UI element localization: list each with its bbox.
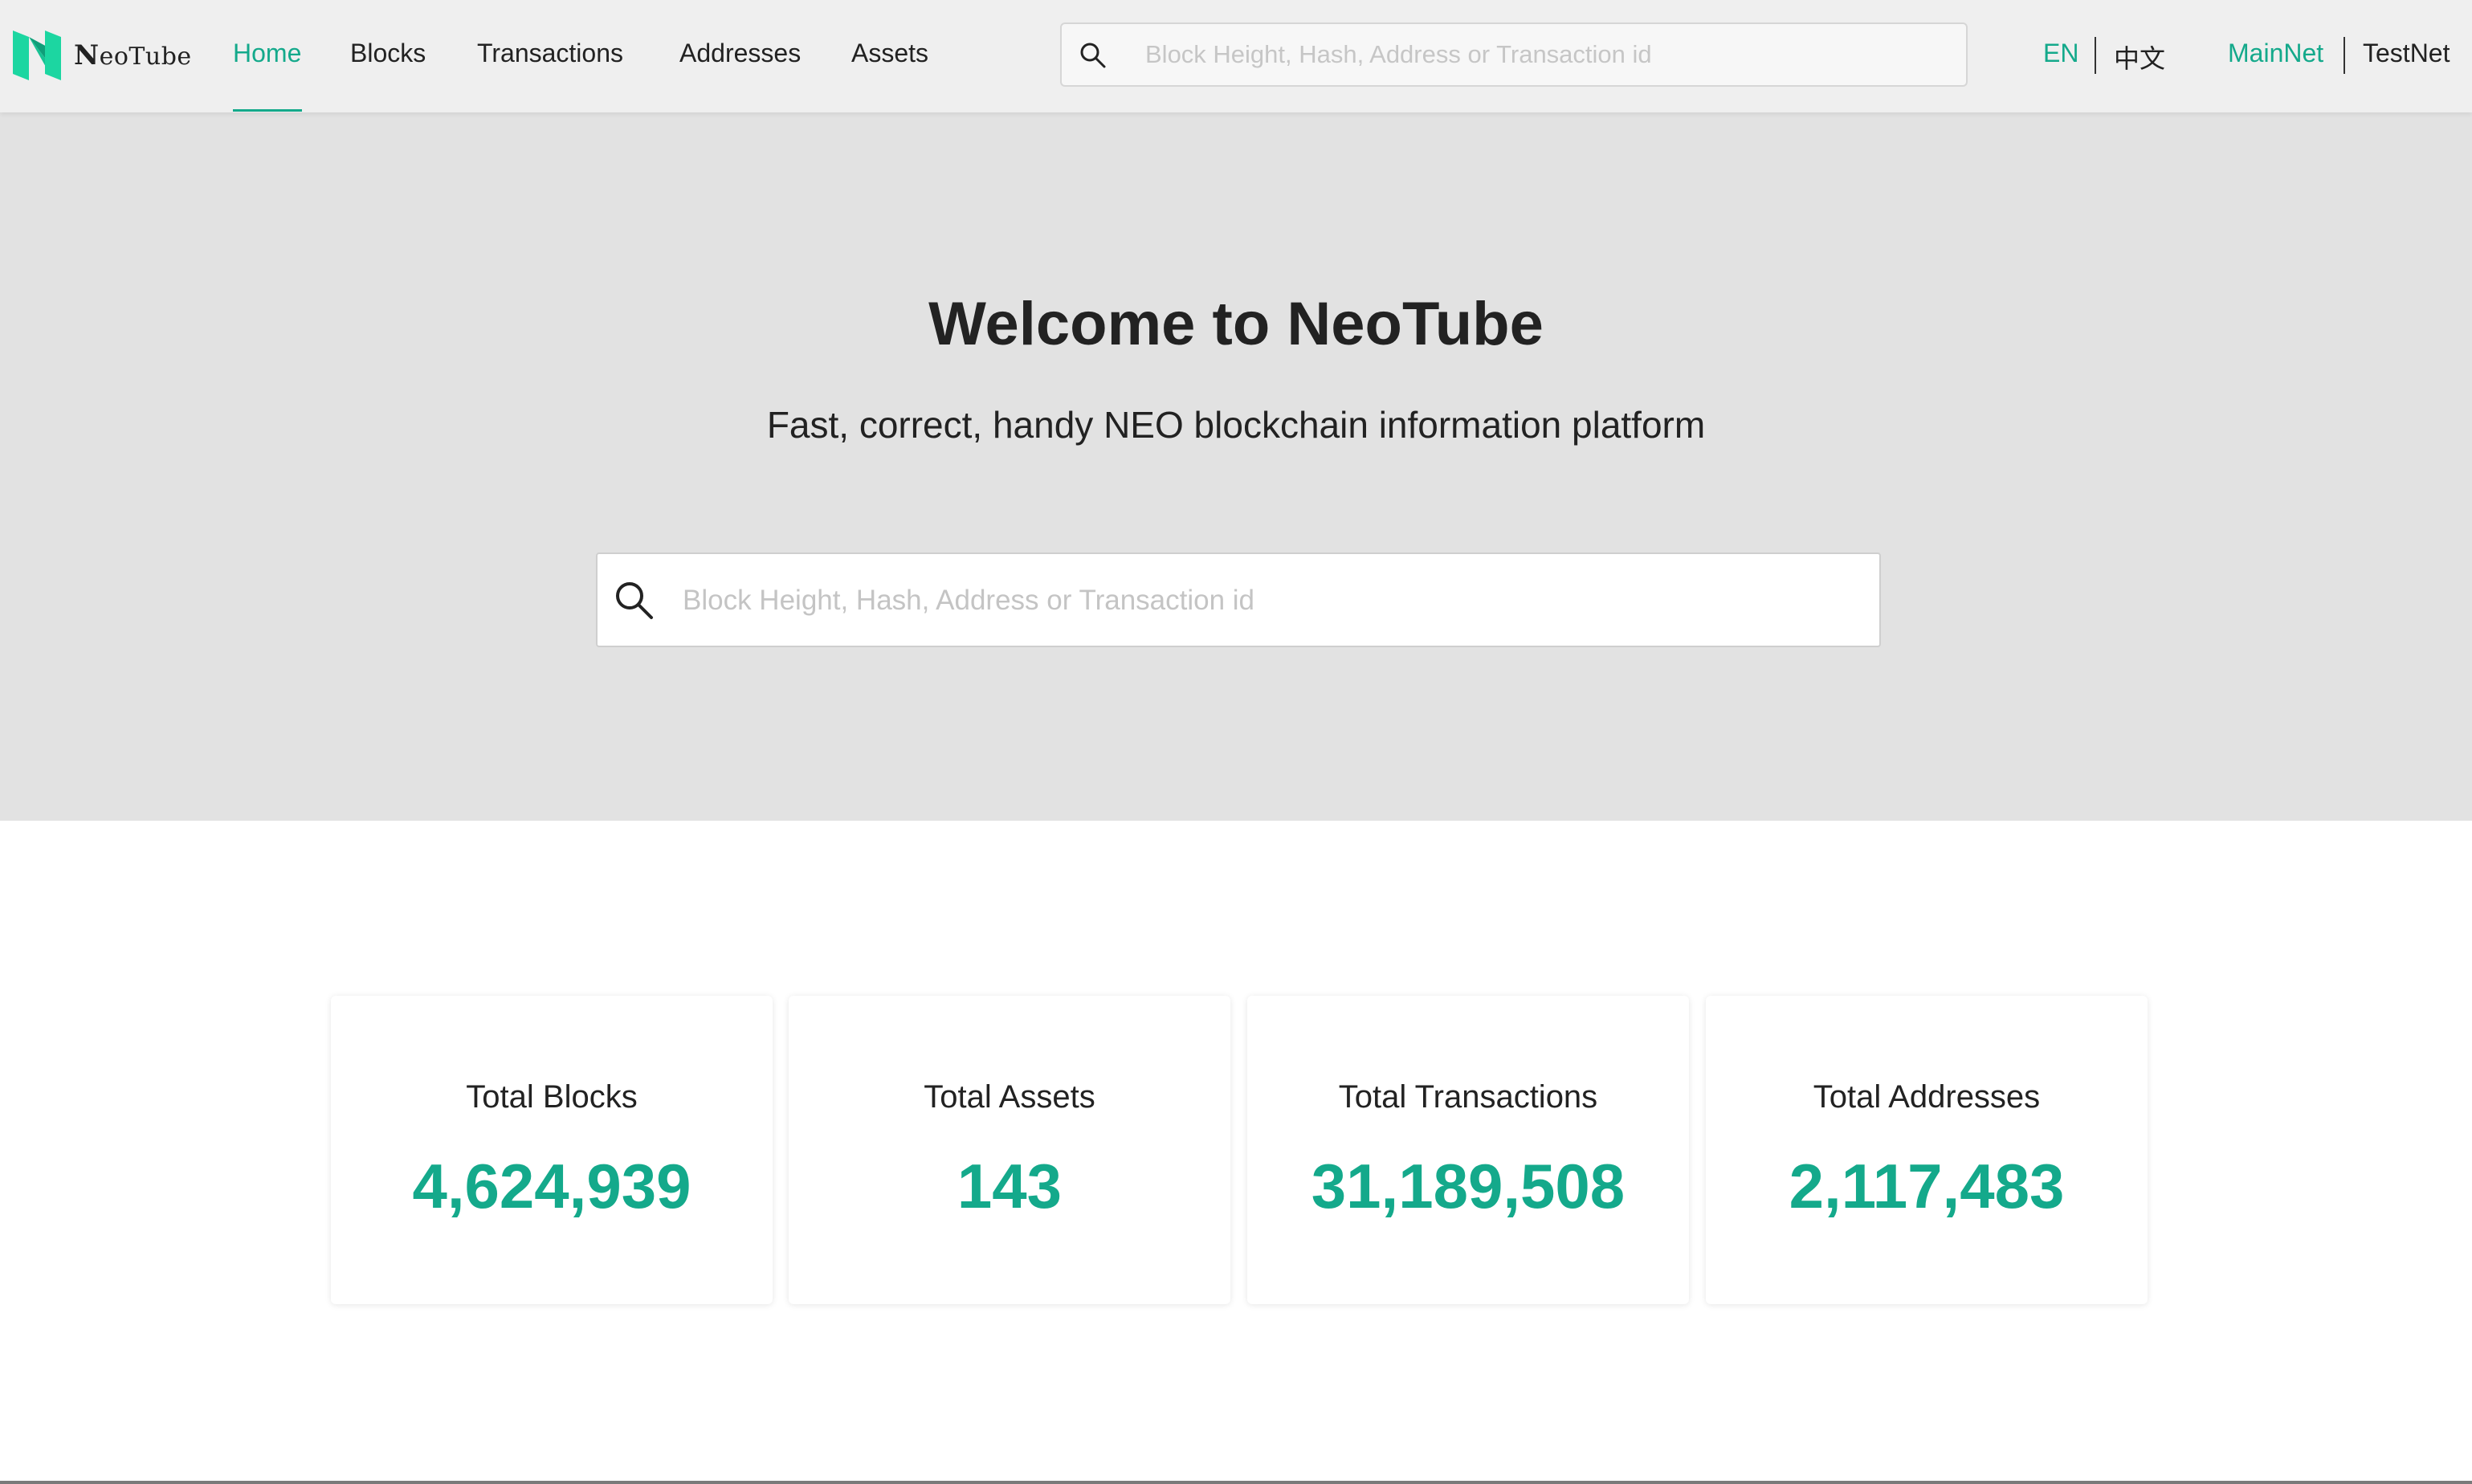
nav-item-home[interactable]: Home [233,39,301,68]
search-icon [1080,43,1106,68]
language-en[interactable]: EN [2043,39,2078,68]
hero-search-box[interactable] [596,552,1881,647]
stat-value: 4,624,939 [412,1151,691,1221]
stat-value: 143 [957,1151,1063,1221]
stat-label: Total Addresses [1813,1079,2041,1115]
stat-label: Total Assets [924,1079,1095,1115]
active-tab-indicator [233,109,302,112]
language-separator [2095,37,2096,74]
neotube-logo-icon [13,31,61,80]
header-search-box[interactable] [1060,22,1968,87]
stat-card-total-addresses: Total Addresses 2,117,483 [1706,996,2148,1304]
hero-section: Welcome to NeoTube Fast, correct, handy … [0,112,2472,821]
header-search-input[interactable] [1145,34,1948,75]
nav-item-assets[interactable]: Assets [851,39,928,68]
network-separator [2344,37,2345,74]
stat-value: 2,117,483 [1789,1151,2065,1221]
stat-card-total-assets: Total Assets 143 [789,996,1230,1304]
hero-title: Welcome to NeoTube [928,290,1544,358]
language-zh[interactable]: 中文 [2114,39,2165,75]
nav-item-blocks[interactable]: Blocks [350,39,426,68]
hero-search-input[interactable] [683,573,1855,628]
stat-card-total-transactions: Total Transactions 31,189,508 [1247,996,1689,1304]
nav-item-transactions[interactable]: Transactions [477,39,623,68]
top-navbar: NeoTube Home Blocks Transactions Address… [0,0,2472,112]
stat-label: Total Blocks [466,1079,638,1115]
search-icon [616,582,653,619]
network-mainnet[interactable]: MainNet [2228,39,2323,68]
stat-label: Total Transactions [1338,1079,1598,1115]
stat-card-total-blocks: Total Blocks 4,624,939 [331,996,773,1304]
brand-logo[interactable]: NeoTube [13,31,192,80]
nav-item-addresses[interactable]: Addresses [679,39,801,68]
stat-value: 31,189,508 [1311,1151,1626,1221]
hero-subtitle: Fast, correct, handy NEO blockchain info… [766,404,1706,446]
page-bottom-divider [0,1481,2472,1484]
network-testnet[interactable]: TestNet [2363,39,2450,68]
brand-name: NeoTube [74,39,192,71]
